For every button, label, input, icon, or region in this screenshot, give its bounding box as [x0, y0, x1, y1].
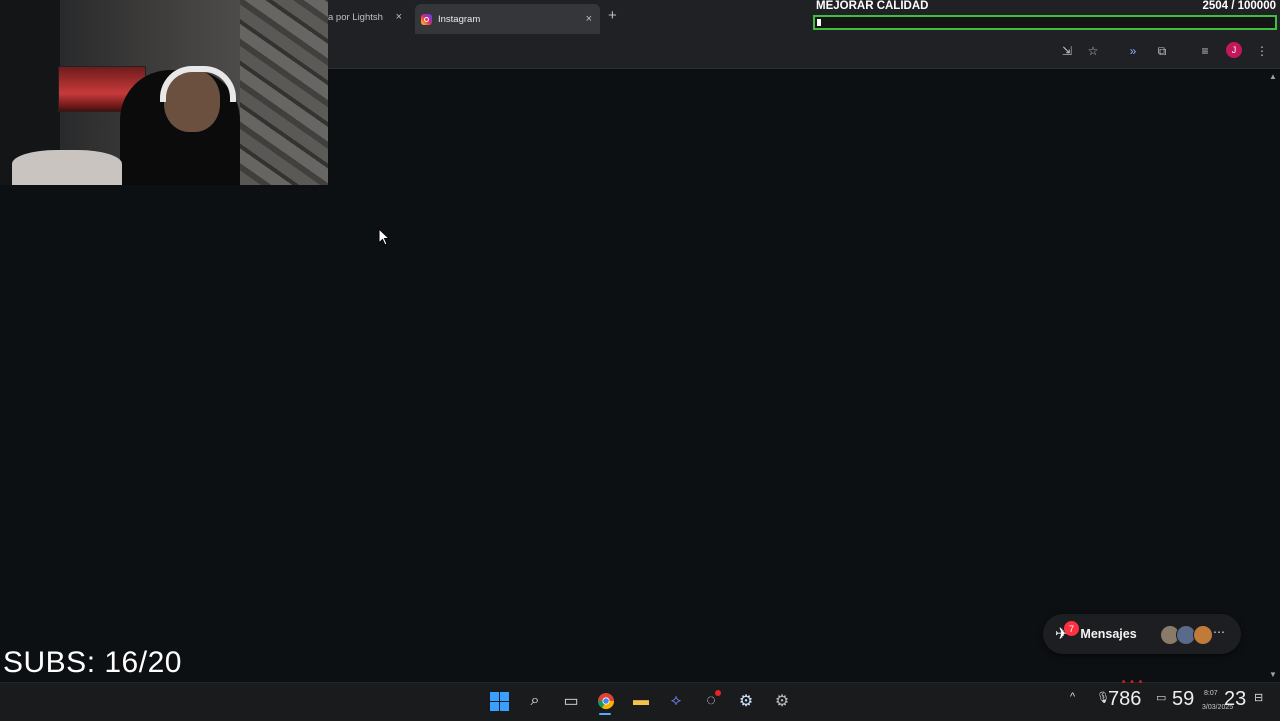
app-icon[interactable]: ⟡ [665, 690, 687, 712]
more-icon: ⋯ [1213, 625, 1225, 639]
close-tab-icon[interactable]: × [586, 13, 592, 25]
scroll-down-arrow[interactable]: ▼ [1269, 670, 1277, 679]
tray-expand-icon[interactable]: ^ [1070, 691, 1075, 703]
tray-counter: 59 [1172, 688, 1195, 710]
streamer-arm [12, 150, 122, 185]
stone-wall [240, 0, 328, 185]
goal-progress-bar [813, 15, 1277, 30]
active-indicator [599, 713, 611, 715]
cast-icon[interactable]: » [1124, 42, 1142, 60]
tab-label: Instagram [438, 13, 481, 25]
windows-start-icon[interactable] [488, 690, 510, 712]
tab-label: a por Lightsh [328, 11, 383, 23]
avatar [1193, 625, 1213, 645]
tab-lightshot[interactable]: a por Lightsh × [328, 4, 410, 30]
instagram-icon [421, 13, 432, 25]
messages-badge: 7 [1064, 621, 1079, 636]
webcam-overlay [0, 0, 328, 185]
extensions-icon[interactable]: ⧉ [1153, 42, 1171, 60]
messages-label: Mensajes [1080, 627, 1137, 641]
goal-count: 2504 / 100000 [1202, 0, 1276, 12]
timer-labels: ■ ■ ■ [1122, 679, 1144, 685]
star-icon[interactable]: ☆ [1084, 42, 1102, 60]
clock-time[interactable]: 8:07 [1204, 690, 1218, 697]
new-tab-button[interactable]: + [608, 7, 617, 24]
chrome-icon[interactable] [595, 690, 617, 712]
notification-icon[interactable]: ⊟ [1254, 691, 1263, 704]
scroll-up-arrow[interactable]: ▲ [1269, 72, 1277, 81]
search-icon[interactable]: ⌕ [524, 690, 546, 712]
subs-counter: SUBS: 16/20 [3, 646, 182, 679]
mouse-cursor-icon [378, 228, 390, 246]
file-explorer-icon[interactable]: ▬ [630, 690, 652, 712]
menu-icon[interactable]: ⋮ [1253, 42, 1271, 60]
goal-title: MEJORAR CALIDAD [816, 0, 929, 12]
goal-progress-fill [817, 19, 821, 26]
steam-icon[interactable]: ⚙ [735, 690, 757, 712]
install-app-icon[interactable]: ⇲ [1058, 42, 1076, 60]
close-tab-icon[interactable]: × [396, 11, 402, 23]
media-control-icon[interactable]: ≡ [1196, 42, 1214, 60]
settings-icon[interactable]: ⚙ [771, 690, 793, 712]
recording-dot [715, 690, 721, 696]
task-view-icon[interactable]: ▭ [560, 690, 582, 712]
profile-avatar[interactable]: J [1226, 42, 1242, 58]
tray-counter: 786 [1108, 688, 1142, 710]
tray-counter: 23 [1224, 688, 1247, 710]
monitor-icon[interactable]: ▭ [1156, 691, 1166, 704]
tab-instagram[interactable]: Instagram × [415, 4, 600, 34]
